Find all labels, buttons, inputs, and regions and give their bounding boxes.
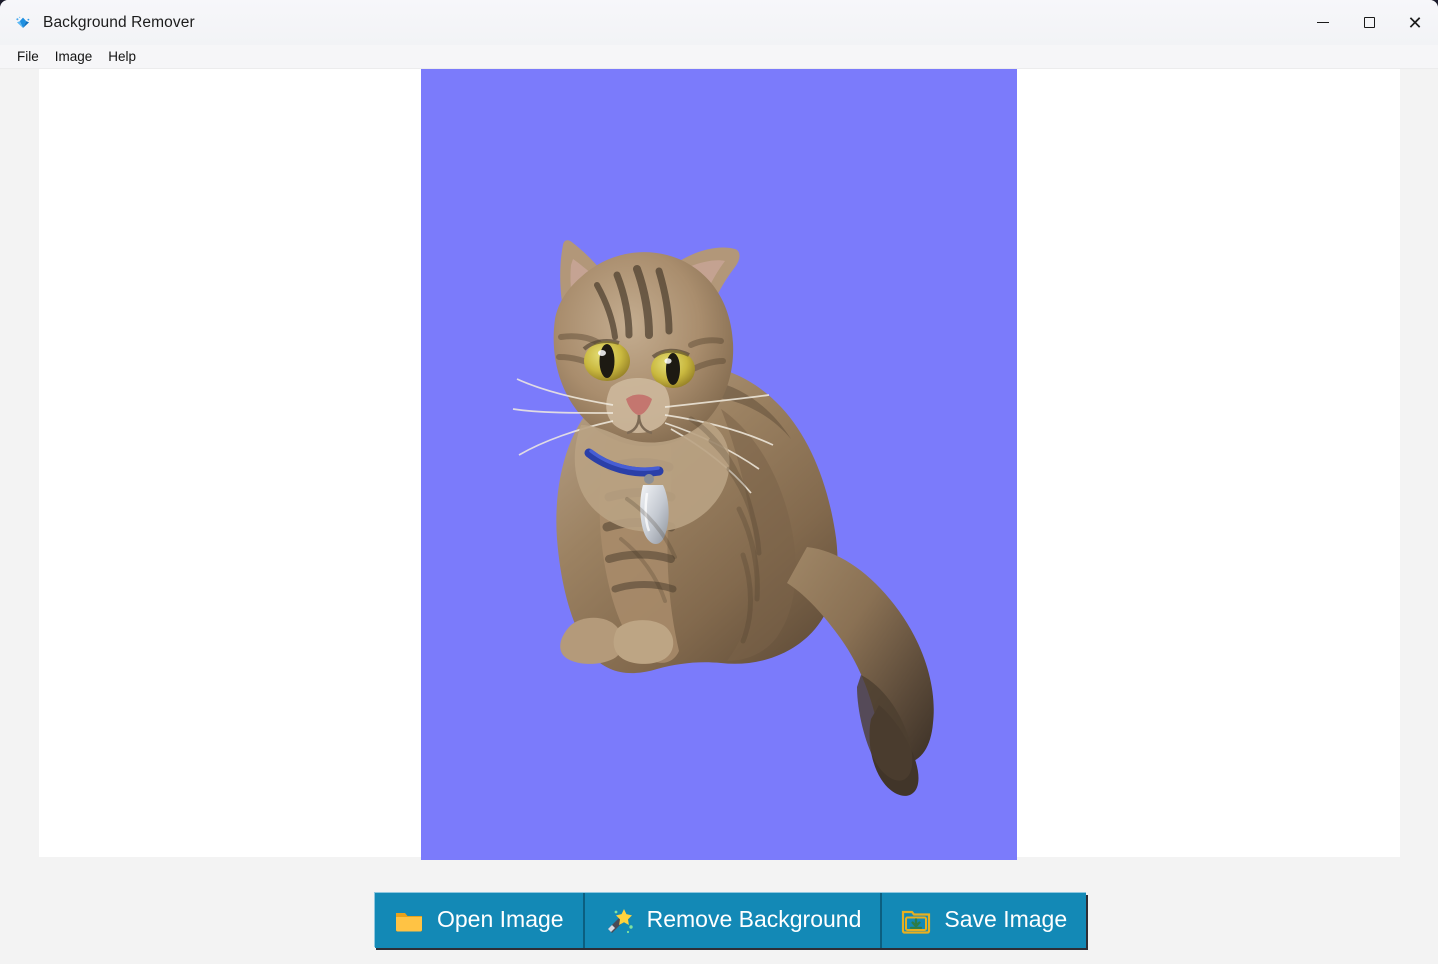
remove-background-button[interactable]: Remove Background [582, 893, 881, 948]
app-window: Background Remover ✕ File Image Help Ope… [0, 0, 1438, 964]
window-title: Background Remover [43, 13, 195, 31]
minimize-icon [1317, 22, 1329, 23]
open-image-label: Open Image [437, 906, 564, 932]
menu-item-file-label: File [17, 48, 39, 64]
content-area [0, 69, 1438, 892]
toolbar-area: Open Image Remove Background Save Image [0, 892, 1438, 964]
maximize-icon [1363, 17, 1375, 28]
menu-item-help[interactable]: Help [100, 47, 144, 67]
save-image-button[interactable]: Save Image [880, 893, 1087, 948]
title-bar: Background Remover ✕ [0, 0, 1438, 45]
menu-item-image[interactable]: Image [47, 47, 101, 67]
cat-photo [512, 240, 934, 796]
save-image-label: Save Image [944, 906, 1068, 932]
close-icon: ✕ [1407, 12, 1423, 33]
menu-item-image-label: Image [54, 48, 93, 64]
window-controls: ✕ [1300, 0, 1438, 45]
maximize-button[interactable] [1346, 0, 1392, 45]
cat-paw-left [560, 617, 623, 664]
image-preview [421, 69, 1017, 860]
menu-bar: File Image Help [0, 45, 1438, 69]
folder-icon [394, 906, 424, 936]
minimize-button[interactable] [1300, 0, 1346, 45]
open-image-button[interactable]: Open Image [375, 893, 583, 948]
menu-item-file[interactable]: File [9, 47, 47, 67]
cat-tail [787, 547, 934, 764]
menu-item-help-label: Help [108, 48, 137, 64]
app-gem-icon [13, 13, 33, 33]
action-toolbar: Open Image Remove Background Save Image [374, 892, 1087, 948]
save-folder-icon [901, 906, 931, 936]
remove-background-label: Remove Background [646, 906, 862, 932]
cat-paw-right [613, 620, 674, 664]
image-canvas[interactable] [39, 69, 1400, 860]
close-button[interactable]: ✕ [1392, 0, 1438, 45]
magic-wand-icon [604, 906, 634, 936]
